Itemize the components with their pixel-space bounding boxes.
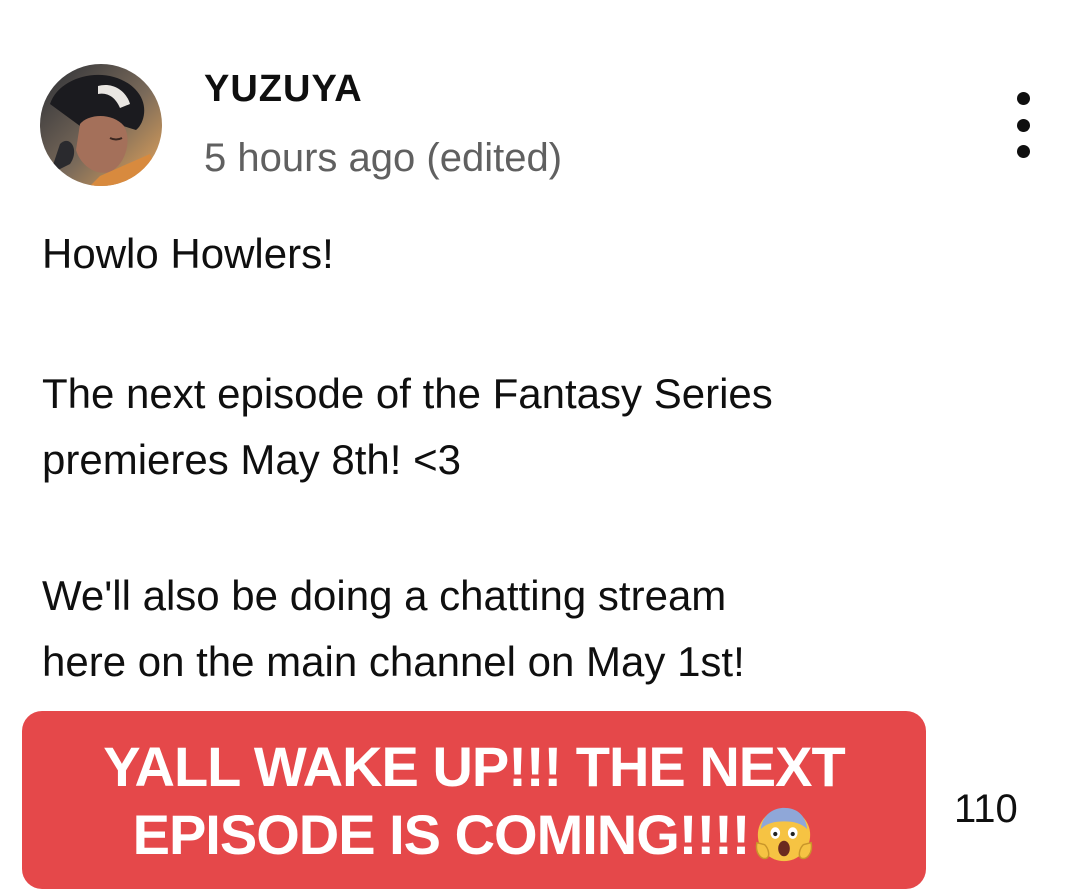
caption-line-2-wrap: EPISODE IS COMING!!!! xyxy=(22,801,926,869)
like-count: 110 xyxy=(954,787,1018,831)
caption-line-1: YALL WAKE UP!!! THE NEXT xyxy=(103,735,845,798)
post-line: here on the main channel on May 1st! xyxy=(42,638,745,685)
screaming-face-emoji xyxy=(756,807,813,862)
avatar-image xyxy=(40,64,162,186)
post-line: premieres May 8th! <3 xyxy=(42,436,462,483)
author-name[interactable]: YUZUYA xyxy=(204,66,363,112)
post-body: Howlo Howlers! The next episode of the F… xyxy=(42,221,1042,695)
overlay-caption: YALL WAKE UP!!! THE NEXT EPISODE IS COMI… xyxy=(22,711,926,889)
post-greeting: Howlo Howlers! xyxy=(42,230,334,277)
post-line: The next episode of the Fantasy Series xyxy=(42,370,773,417)
more-vertical-icon-dot-3 xyxy=(1016,145,1030,158)
more-vertical-icon xyxy=(1016,92,1030,105)
more-options-button[interactable] xyxy=(1000,92,1046,158)
caption-line-2: EPISODE IS COMING!!!! xyxy=(132,803,751,866)
channel-avatar[interactable] xyxy=(40,64,162,186)
more-vertical-icon-dot-2 xyxy=(1016,118,1030,132)
post-line: We'll also be doing a chatting stream xyxy=(42,572,727,619)
post-timestamp: 5 hours ago (edited) xyxy=(204,136,563,180)
